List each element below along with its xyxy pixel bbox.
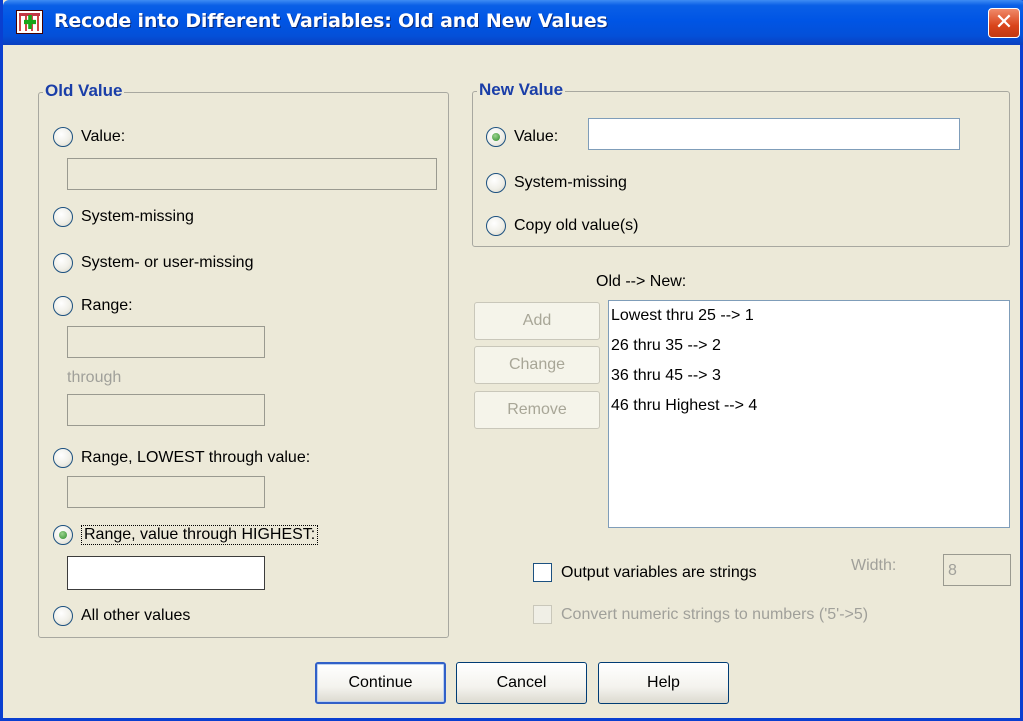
list-item[interactable]: 46 thru Highest --> 4 — [609, 391, 1009, 421]
continue-button[interactable]: Continue — [315, 662, 446, 704]
convert-checkbox[interactable] — [533, 605, 552, 624]
old-system-or-user-missing-radio-button[interactable] — [53, 253, 73, 273]
change-button[interactable]: Change — [474, 346, 600, 384]
width-label: Width: — [851, 557, 897, 574]
old-value-radio[interactable]: Value: — [53, 127, 125, 147]
list-item[interactable]: 26 thru 35 --> 2 — [609, 331, 1009, 361]
old-range-lowest-radio[interactable]: Range, LOWEST through value: — [53, 448, 310, 468]
copy-old-value-radio-button[interactable] — [486, 216, 506, 236]
new-system-missing-label: System-missing — [514, 174, 627, 191]
output-strings-checkbox[interactable] — [533, 563, 552, 582]
output-strings-checkbox-row[interactable]: Output variables are strings — [533, 563, 757, 582]
old-range-highest-label: Range, value through HIGHEST: — [81, 525, 319, 545]
old-system-or-user-missing-label: System- or user-missing — [81, 254, 254, 271]
new-system-missing-radio-button[interactable] — [486, 173, 506, 193]
new-system-missing-radio[interactable]: System-missing — [486, 173, 627, 193]
remove-button[interactable]: Remove — [474, 391, 600, 429]
range-from-input — [67, 326, 265, 358]
width-input: 8 — [943, 554, 1011, 586]
new-value-radio-button[interactable] — [486, 127, 506, 147]
help-button[interactable]: Help — [598, 662, 729, 704]
cancel-button[interactable]: Cancel — [456, 662, 587, 704]
new-value-input[interactable] — [588, 118, 960, 150]
new-value-label: Value: — [514, 128, 559, 145]
list-item[interactable]: 36 thru 45 --> 3 — [609, 361, 1009, 391]
old-range-label: Range: — [81, 297, 133, 314]
old-all-other-label: All other values — [81, 607, 191, 624]
add-button[interactable]: Add — [474, 302, 600, 340]
old-value-label: Value: — [81, 128, 126, 145]
width-value: 8 — [948, 562, 957, 579]
copy-old-value-radio[interactable]: Copy old value(s) — [486, 216, 639, 236]
copy-old-value-label: Copy old value(s) — [514, 217, 639, 234]
old-value-radio-button[interactable] — [53, 127, 73, 147]
range-lowest-input — [67, 476, 265, 508]
old-range-radio-button[interactable] — [53, 296, 73, 316]
close-button[interactable]: ✕ — [988, 8, 1020, 38]
old-value-title: Old Value — [43, 81, 125, 101]
old-system-missing-label: System-missing — [81, 208, 194, 225]
old-new-header: Old --> New: — [596, 273, 687, 290]
title-bar[interactable]: Recode into Different Variables: Old and… — [3, 0, 1023, 45]
window-title: Recode into Different Variables: Old and… — [54, 10, 608, 32]
old-range-highest-radio-button[interactable] — [53, 525, 73, 545]
old-system-or-user-missing-radio[interactable]: System- or user-missing — [53, 253, 253, 273]
convert-checkbox-row[interactable]: Convert numeric strings to numbers ('5'-… — [533, 605, 868, 624]
old-system-missing-radio[interactable]: System-missing — [53, 207, 194, 227]
spss-app-icon — [16, 10, 43, 34]
range-highest-input[interactable] — [67, 556, 265, 590]
output-strings-label: Output variables are strings — [561, 563, 757, 581]
range-to-input — [67, 394, 265, 426]
old-range-lowest-label: Range, LOWEST through value: — [81, 449, 311, 466]
convert-label: Convert numeric strings to numbers ('5'-… — [561, 605, 869, 623]
old-all-other-radio[interactable]: All other values — [53, 606, 190, 626]
old-range-lowest-radio-button[interactable] — [53, 448, 73, 468]
recode-dialog-window: Recode into Different Variables: Old and… — [0, 0, 1023, 721]
list-item[interactable]: Lowest thru 25 --> 1 — [609, 301, 1009, 331]
through-label: through — [67, 369, 122, 386]
old-value-input — [67, 158, 437, 190]
old-all-other-radio-button[interactable] — [53, 606, 73, 626]
old-range-highest-radio[interactable]: Range, value through HIGHEST: — [53, 525, 319, 545]
old-new-list[interactable]: Lowest thru 25 --> 1 26 thru 35 --> 2 36… — [608, 300, 1010, 528]
new-value-title: New Value — [477, 80, 566, 100]
old-range-radio[interactable]: Range: — [53, 296, 133, 316]
new-value-radio[interactable]: Value: — [486, 127, 558, 147]
old-system-missing-radio-button[interactable] — [53, 207, 73, 227]
